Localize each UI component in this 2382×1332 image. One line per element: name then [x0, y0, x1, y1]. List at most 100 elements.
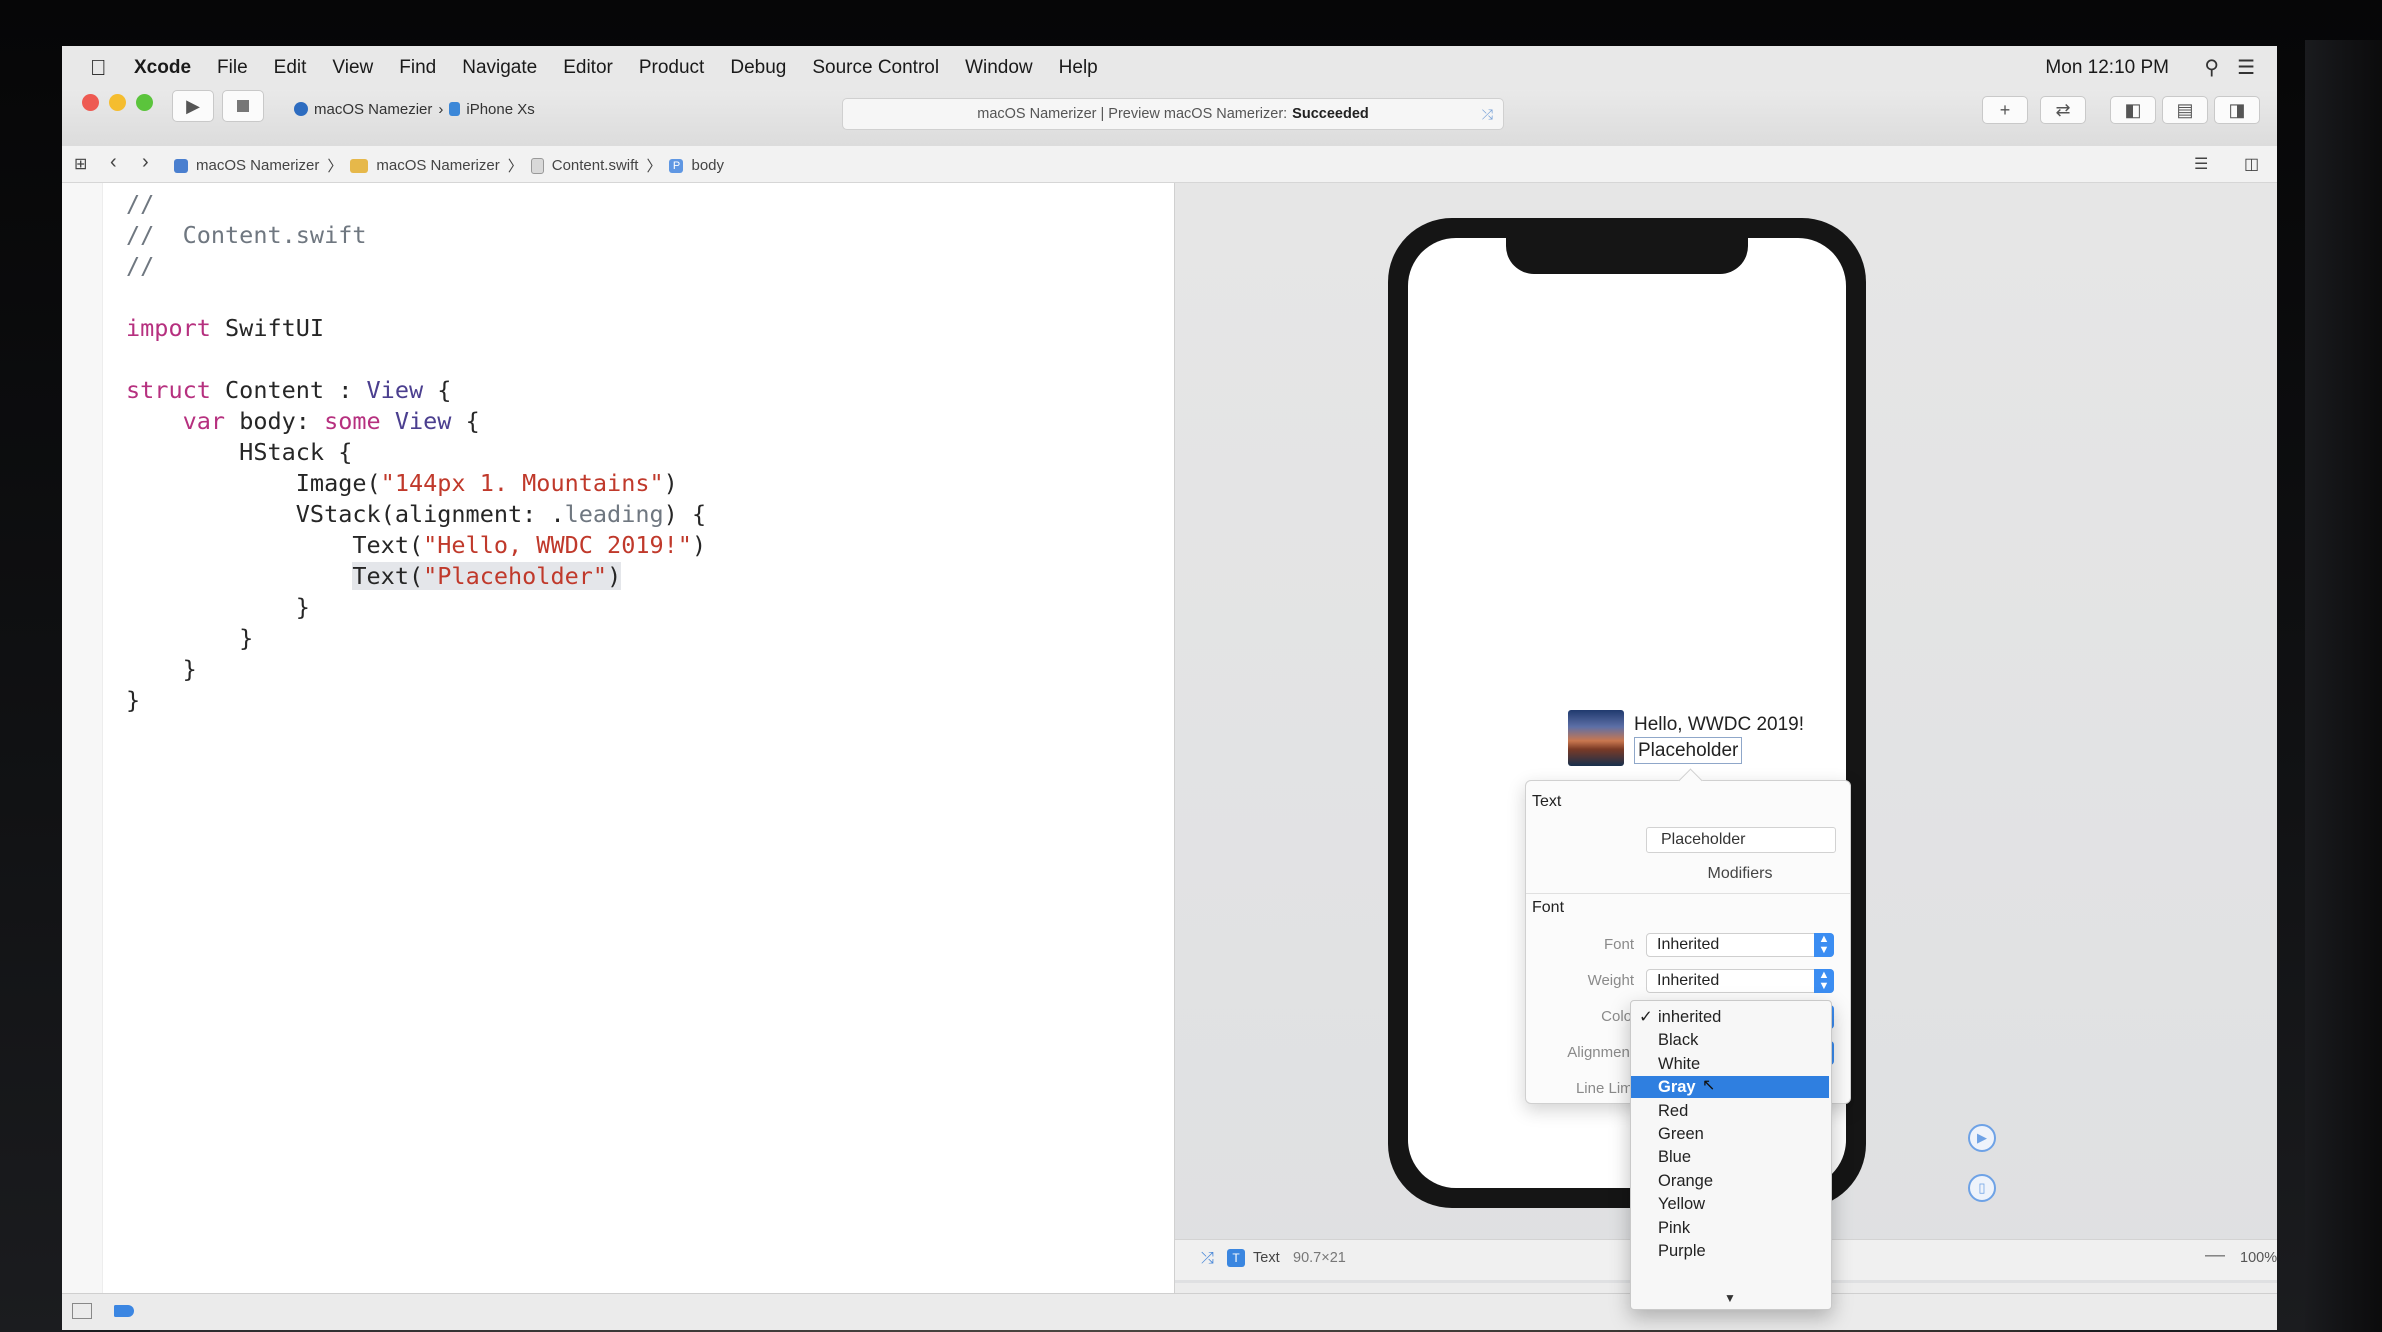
- split-editor-icon[interactable]: ◫: [2244, 154, 2259, 174]
- code-token: }: [126, 624, 254, 652]
- scheme-selector[interactable]: macOS Namezier › iPhone Xs: [294, 96, 535, 122]
- code-line[interactable]: // Content.swift: [126, 220, 706, 251]
- code-line[interactable]: //: [126, 251, 706, 282]
- back-arrow-icon[interactable]: ‹: [110, 151, 117, 174]
- close-window-button[interactable]: [82, 94, 99, 111]
- preview-title-text[interactable]: Hello, WWDC 2019!: [1634, 712, 1804, 737]
- code-line[interactable]: HStack {: [126, 437, 706, 468]
- code-token: some: [324, 407, 381, 435]
- breadcrumb-group[interactable]: macOS Namerizer: [376, 157, 499, 174]
- menu-file[interactable]: File: [217, 57, 248, 79]
- debug-area-toggle-button[interactable]: ▤: [2162, 96, 2208, 124]
- menu-window[interactable]: Window: [965, 57, 1033, 79]
- text-value-field[interactable]: Placeholder: [1646, 827, 1836, 853]
- menu-edit[interactable]: Edit: [274, 57, 307, 79]
- code-token: ): [607, 562, 622, 590]
- source-editor[interactable]: // // Content.swift // import SwiftUI struct…: [62, 183, 1175, 1293]
- code-line[interactable]: VStack(alignment: .leading) {: [126, 499, 706, 530]
- color-menu-item-gray[interactable]: Gray: [1631, 1076, 1829, 1099]
- breadcrumb-project[interactable]: macOS Namerizer: [196, 157, 319, 174]
- code-text[interactable]: // // Content.swift // import SwiftUI struct…: [126, 189, 706, 716]
- forward-arrow-icon[interactable]: ›: [142, 151, 149, 174]
- color-menu-item-pink[interactable]: Pink: [1631, 1217, 1829, 1239]
- color-menu-item-inherited[interactable]: ✓ inherited: [1631, 1006, 1829, 1028]
- code-review-button[interactable]: ⇄: [2040, 96, 2086, 124]
- breakpoints-icon[interactable]: [114, 1305, 134, 1317]
- code-token: //: [126, 252, 155, 280]
- mountains-image[interactable]: [1568, 710, 1624, 766]
- code-line[interactable]: Image("144px 1. Mountains"): [126, 468, 706, 499]
- code-token: ) {: [663, 500, 707, 528]
- code-line[interactable]: [126, 282, 706, 313]
- color-menu-item-label: Red: [1658, 1101, 1689, 1120]
- run-button[interactable]: ▶: [172, 90, 214, 122]
- menu-clock[interactable]: Mon 12:10 PM: [2045, 57, 2169, 79]
- color-menu-item-yellow[interactable]: Yellow: [1631, 1193, 1829, 1215]
- font-popup[interactable]: Inherited ▲ ▼: [1646, 933, 1834, 957]
- zoom-out-icon[interactable]: —: [2205, 1244, 2225, 1267]
- stop-button[interactable]: [222, 90, 264, 122]
- menu-help[interactable]: Help: [1059, 57, 1098, 79]
- pin-icon[interactable]: ⤮: [1482, 106, 1493, 123]
- color-menu-item-white[interactable]: White: [1631, 1053, 1829, 1075]
- code-line[interactable]: }: [126, 623, 706, 654]
- activity-text: macOS Namerizer | Preview macOS Namerize…: [977, 106, 1288, 122]
- code-line[interactable]: Text("Hello, WWDC 2019!"): [126, 530, 706, 561]
- color-menu-item-label: Green: [1658, 1125, 1704, 1143]
- code-line[interactable]: }: [126, 685, 706, 716]
- menu-editor[interactable]: Editor: [563, 57, 613, 79]
- editor-options-icon[interactable]: ☰: [2194, 154, 2208, 174]
- menu-app-name[interactable]: Xcode: [134, 57, 191, 79]
- color-menu-item-blue[interactable]: Blue: [1631, 1146, 1829, 1168]
- menu-source-control[interactable]: Source Control: [812, 57, 939, 79]
- color-menu-item-purple[interactable]: Purple: [1631, 1240, 1829, 1262]
- modifiers-label: Modifiers: [1707, 865, 1773, 882]
- breadcrumb-file[interactable]: Content.swift: [552, 157, 639, 174]
- menu-view[interactable]: View: [332, 57, 373, 79]
- inspector-toggle-button[interactable]: ◨: [2214, 96, 2260, 124]
- hide-debug-area-icon[interactable]: [72, 1303, 92, 1319]
- scroll-down-arrow-icon[interactable]: ▼: [1631, 1291, 1829, 1305]
- code-line[interactable]: struct Content : View {: [126, 375, 706, 406]
- code-line[interactable]: import SwiftUI: [126, 313, 706, 344]
- breadcrumb-symbol[interactable]: body: [691, 157, 724, 174]
- pin-preview-icon[interactable]: ⤮: [1201, 1250, 1214, 1268]
- color-menu-item-orange[interactable]: Orange: [1631, 1170, 1829, 1192]
- preview-placeholder-text[interactable]: Placeholder: [1634, 737, 1743, 764]
- preview-hstack[interactable]: Hello, WWDC 2019! Placeholder: [1568, 710, 1804, 766]
- code-token: HStack {: [126, 438, 353, 466]
- code-line[interactable]: [126, 344, 706, 375]
- color-menu-item-green[interactable]: Green: [1631, 1123, 1829, 1145]
- navigator-toggle-button[interactable]: ◧: [2110, 96, 2156, 124]
- chevron-right-icon: 〉: [327, 158, 343, 175]
- code-token: Content :: [210, 376, 367, 404]
- preview-on-device-button[interactable]: ▯: [1968, 1174, 1996, 1202]
- apple-icon[interactable]: : [90, 55, 120, 81]
- live-preview-button[interactable]: ▶: [1968, 1124, 1996, 1152]
- notification-center-icon[interactable]: ☰: [2237, 55, 2255, 80]
- related-items-icon[interactable]: ⊞: [74, 154, 87, 174]
- weight-popup[interactable]: Inherited ▲ ▼: [1646, 969, 1834, 993]
- menu-find[interactable]: Find: [399, 57, 436, 79]
- color-menu-item-red[interactable]: Red: [1631, 1100, 1829, 1122]
- color-menu-item-black[interactable]: Black: [1631, 1029, 1829, 1051]
- menu-debug[interactable]: Debug: [730, 57, 786, 79]
- code-line[interactable]: }: [126, 654, 706, 685]
- code-token: }: [126, 593, 310, 621]
- library-add-button[interactable]: +: [1982, 96, 2028, 124]
- code-line[interactable]: Text("Placeholder"): [126, 561, 706, 592]
- code-line[interactable]: }: [126, 592, 706, 623]
- preview-vstack: Hello, WWDC 2019! Placeholder: [1634, 712, 1804, 764]
- spotlight-search-icon[interactable]: ⚲: [2204, 55, 2219, 80]
- code-line[interactable]: //: [126, 189, 706, 220]
- zoom-window-button[interactable]: [136, 94, 153, 111]
- menu-product[interactable]: Product: [639, 57, 704, 79]
- zoom-level[interactable]: 100%: [2240, 1250, 2277, 1266]
- checkmark-icon: ✓: [1639, 1008, 1653, 1026]
- code-line[interactable]: var body: some View {: [126, 406, 706, 437]
- code-token: }: [126, 686, 141, 714]
- minimize-window-button[interactable]: [109, 94, 126, 111]
- menu-navigate[interactable]: Navigate: [462, 57, 537, 79]
